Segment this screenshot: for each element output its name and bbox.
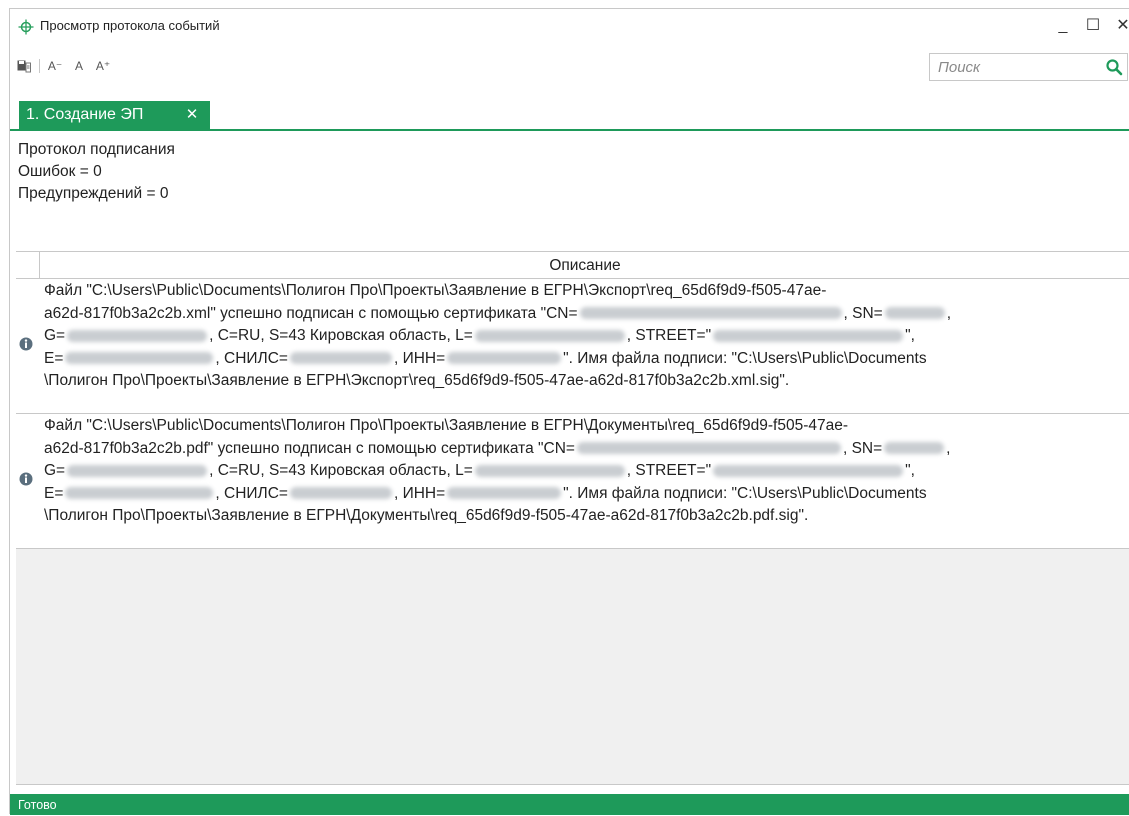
info-icon [19,472,33,486]
app-icon [18,19,34,35]
row-indicator [16,279,40,413]
redacted-text [67,464,208,477]
redacted-text [65,487,214,500]
font-reset-button[interactable]: A [68,54,90,78]
column-header-description[interactable]: Описание [40,252,1129,278]
tab-signature-creation[interactable]: 1. Создание ЭП ✕ [19,101,210,129]
info-icon [19,337,33,351]
row-indicator-header [16,252,40,278]
summary-title: Протокол подписания [18,141,175,158]
grid-header: Описание [16,252,1129,279]
toolbar-separator [39,59,40,73]
status-bar: Готово [10,794,1129,815]
row-description: Файл "C:\Users\Public\Documents\Полигон … [44,282,952,389]
row-description: Файл "C:\Users\Public\Documents\Полигон … [44,417,951,524]
table-row[interactable]: Файл "C:\Users\Public\Documents\Полигон … [16,279,1129,414]
close-button[interactable]: ✕ [1110,13,1129,39]
row-indicator [16,414,40,548]
search-icon[interactable] [1105,58,1123,76]
tab-strip: 1. Создание ЭП ✕ [10,101,1129,131]
redacted-text [884,442,945,455]
search-box [929,53,1128,81]
table-row[interactable]: Файл "C:\Users\Public\Documents\Полигон … [16,414,1129,549]
tab-close-icon[interactable]: ✕ [182,101,202,129]
redacted-text [474,464,625,477]
font-decrease-button[interactable]: A⁻ [44,54,66,78]
search-input[interactable] [930,54,1095,80]
font-increase-button[interactable]: A⁺ [92,54,114,78]
maximize-button[interactable]: ☐ [1080,13,1106,39]
protocol-summary: Протокол подписания Ошибок = 0 Предупреж… [18,139,175,205]
redacted-text [713,329,904,342]
redacted-text [67,329,208,342]
redacted-text [447,487,562,500]
redacted-text [65,352,214,365]
save-icon[interactable] [13,54,35,78]
minimize-button[interactable]: _ [1050,13,1076,39]
redacted-text [289,352,392,365]
event-log-window: Просмотр протокола событий _ ☐ ✕ A⁻ A A⁺ [9,8,1129,815]
tab-label: 1. Создание ЭП [26,106,144,123]
redacted-text [576,442,841,455]
window-title: Просмотр протокола событий [40,18,220,33]
redacted-text [579,307,842,320]
redacted-text [713,464,904,477]
redacted-text [884,307,945,320]
toolbar: A⁻ A A⁺ [10,54,610,80]
title-bar: Просмотр протокола событий _ ☐ ✕ [10,9,1129,45]
events-grid: Описание Файл "C:\Users\Public\Documents… [16,251,1129,785]
errors-count: Ошибок = 0 [18,163,102,180]
redacted-text [289,487,392,500]
redacted-text [447,352,562,365]
warnings-count: Предупреждений = 0 [18,185,169,202]
redacted-text [474,329,625,342]
